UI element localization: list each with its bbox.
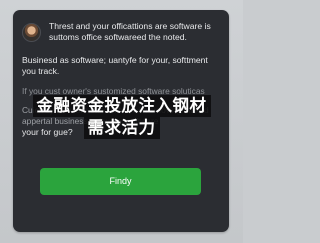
body-message: Businesd as software; uantyfe for your, … (22, 55, 208, 76)
findy-button[interactable]: Findy (40, 168, 201, 195)
avatar[interactable] (22, 23, 41, 42)
message-header: Threst and your officattions are softwar… (22, 20, 220, 43)
question-text: your for gue? (22, 127, 73, 137)
faded-message: If you cust owner's sustomized software … (22, 86, 205, 96)
screen: Threst and your officattions are softwar… (0, 0, 243, 243)
caption-message: Cuick by software sandwittes with sreovi… (22, 105, 209, 126)
intro-message: Threst and your officattions are softwar… (49, 21, 211, 42)
chat-panel: Threst and your officattions are softwar… (13, 10, 229, 232)
